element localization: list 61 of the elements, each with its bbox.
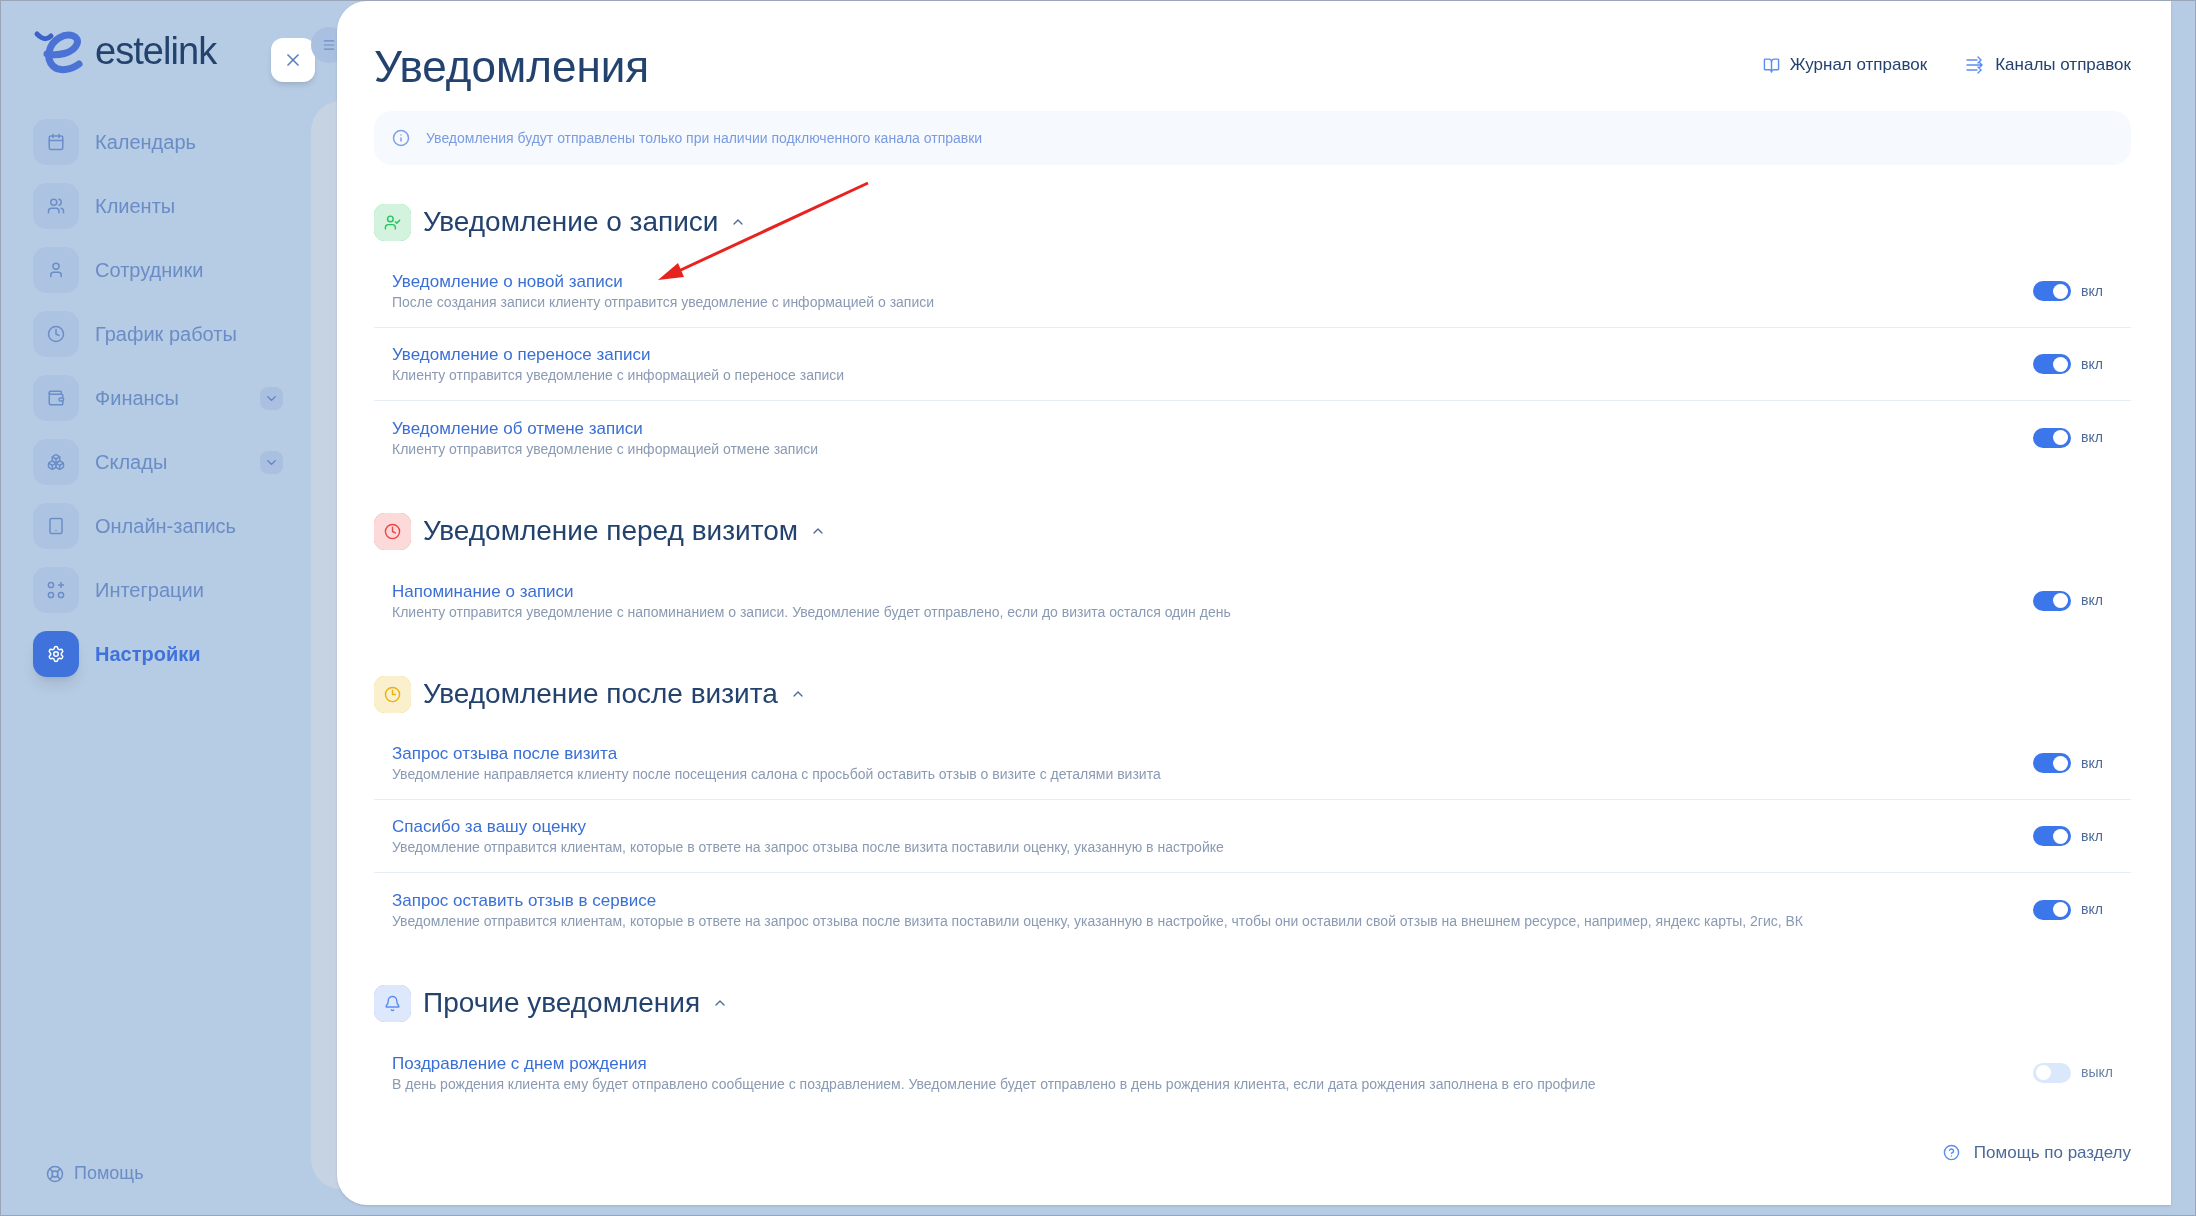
notification-title[interactable]: Уведомление о новой записи [392,271,2033,293]
section-title: Уведомление о записи [423,205,719,239]
toggle-switch[interactable] [2033,753,2071,773]
lifebuoy-icon [46,1164,64,1183]
toggle-switch[interactable] [2033,899,2071,920]
arrows-icon [1965,55,1986,75]
toggle-state-label: вкл [2081,354,2104,374]
toggle-switch[interactable] [2033,590,2071,611]
user-icon [33,247,79,293]
notification-description: В день рождения клиента ему будет отправлено сообщение с поздравлением. Уведомление будет отправлено в день рождения клиента, если дата рождения заполнена в его профиле [392,1074,1597,1093]
toggle-state-label: вкл [2081,591,2104,610]
circles-plus-icon [33,567,79,613]
users-icon [33,183,79,229]
clock-icon [33,311,79,357]
section-help-link[interactable]: Помощь по разделу [1942,1139,2131,1165]
section-title: Уведомление после визита [423,677,778,711]
notification-description: После создания записи клиенту отправится уведомление с информацией о записи [392,293,936,311]
help-icon [1942,1143,1960,1161]
info-icon [392,129,410,147]
toggle-state-label: выкл [2081,1063,2114,1082]
notification-title[interactable]: Запрос отзыва после визита [392,743,2033,765]
notification-title[interactable]: Уведомление о переносе записи [392,344,2033,366]
tablet-icon [33,503,79,549]
bell-icon [384,994,401,1012]
notification-title[interactable]: Напоминание о записи [392,580,2033,603]
notification-title[interactable]: Поздравление с днем рождения [392,1052,2033,1075]
sidebar-item[interactable]: Настройки [33,631,283,677]
logo-text: estelink [95,28,217,74]
notification-description: Уведомление направляется клиенту после посещения салона с просьбой оставить отзыв о визите с деталями визита [392,765,1162,783]
toggle-state-label: вкл [2081,900,2104,919]
notification-description: Клиенту отправится уведомление с напоминанием о записи. Уведомление будет отправлено, если до визита остался один день [392,602,1232,621]
notification-title[interactable]: Запрос оставить отзыв в сервисе [392,889,2033,912]
user-check-icon [384,213,401,231]
section-title: Прочие уведомления [423,986,701,1020]
toggle-state-label: вкл [2081,428,2104,447]
page-title: Уведомления [374,45,650,89]
section-title: Уведомление перед визитом [423,514,798,548]
toggle-state-label: вкл [2081,826,2104,846]
wallet-icon [33,375,79,421]
toggle-switch[interactable] [2033,281,2071,301]
info-text: Уведомления будут отправлены только при наличии подключенного канала отправки [426,128,983,148]
header-link[interactable]: Каналы отправок [1965,52,2131,78]
clock-icon [384,522,401,540]
notification-description: Клиенту отправится уведомление с информацией о переносе записи [392,366,846,384]
toggle-switch[interactable] [2033,1062,2071,1083]
toggle-state-label: вкл [2081,281,2104,301]
toggle-switch[interactable] [2033,427,2071,448]
notification-title[interactable]: Уведомление об отмене записи [392,417,2033,440]
notification-description: Уведомление отправится клиентам, которые в ответе на запрос отзыва после визита поставили оценку, указанную в настройке [392,838,1225,856]
settings-icon [33,631,79,677]
calendar-icon [33,119,79,165]
notification-description: Клиенту отправится уведомление с информацией отмене записи [392,439,820,458]
toggle-state-label: вкл [2081,753,2104,773]
notification-title[interactable]: Спасибо за вашу оценку [392,816,2033,838]
boxes-icon [33,439,79,485]
clock-icon [384,685,401,703]
notification-description: Уведомление отправится клиентам, которые в ответе на запрос отзыва после визита поставили оценку, указанную в настройке, чтобы они оставили свой отзыв на внешнем ресурсе, например, яндекс карты, 2гис, ВК [392,911,1804,930]
book-icon [1762,56,1780,74]
toggle-switch[interactable] [2033,354,2071,374]
toggle-switch[interactable] [2033,826,2071,846]
header-link[interactable]: Журнал отправок [1762,52,1928,78]
